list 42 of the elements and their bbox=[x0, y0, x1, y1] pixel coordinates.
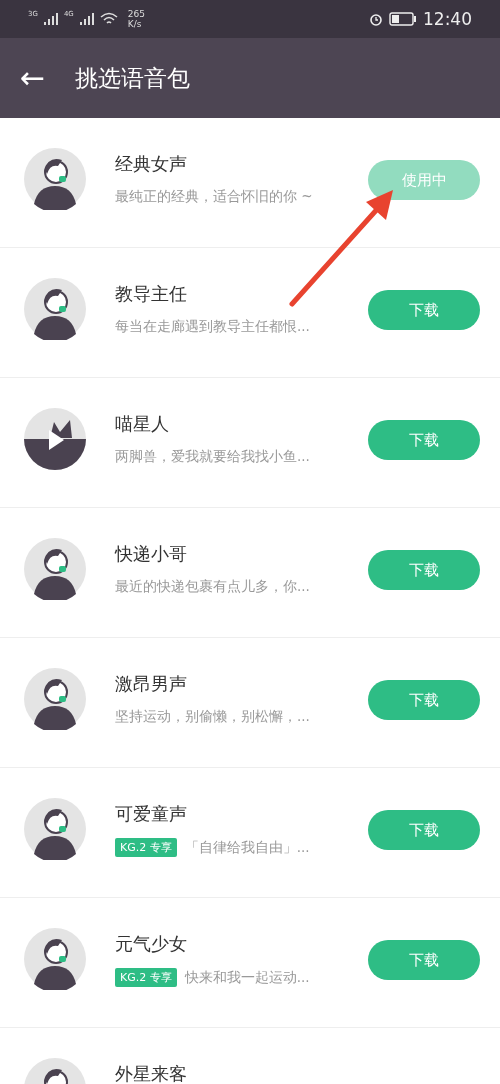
voice-pack-description: 每当在走廊遇到教导主任都恨... bbox=[115, 318, 310, 336]
tag-label: KG.2 专享 bbox=[115, 838, 177, 857]
alarm-icon bbox=[369, 12, 383, 26]
tag-label: KG.2 专享 bbox=[115, 968, 177, 987]
voice-pack-row[interactable]: 元气少女 KG.2 专享 快来和我一起运动... 下载 bbox=[0, 898, 500, 1028]
voice-pack-name: 教导主任 bbox=[115, 282, 188, 306]
signal-icon bbox=[79, 13, 94, 25]
voice-pack-description: 最纯正的经典，适合怀旧的你 ~ bbox=[115, 188, 313, 206]
voice-pack-description: 「自律给我自由」... bbox=[184, 838, 310, 857]
voice-pack-row[interactable]: 外星来客 bbox=[0, 1028, 500, 1084]
back-button[interactable]: ← bbox=[20, 63, 46, 93]
voice-pack-description: 两脚兽，爱我就要给我找小鱼... bbox=[115, 448, 310, 466]
avatar bbox=[24, 798, 86, 860]
avatar bbox=[24, 148, 86, 210]
battery-icon bbox=[389, 12, 417, 26]
voice-pack-name: 经典女声 bbox=[115, 152, 188, 176]
voice-pack-name: 元气少女 bbox=[115, 932, 188, 956]
voice-pack-description: 快来和我一起运动... bbox=[184, 968, 310, 987]
signal-icon bbox=[43, 13, 58, 25]
voice-pack-row[interactable]: 经典女声 最纯正的经典，适合怀旧的你 ~ 使用中 bbox=[0, 118, 500, 248]
cat-avatar bbox=[24, 408, 86, 470]
voice-pack-name: 激昂男声 bbox=[115, 672, 188, 696]
voice-pack-description: 最近的快递包裹有点儿多，你... bbox=[115, 578, 310, 596]
voice-pack-row[interactable]: 喵星人 两脚兽，爱我就要给我找小鱼... 下载 bbox=[0, 378, 500, 508]
voice-pack-row[interactable]: 激昂男声 坚持运动，别偷懒，别松懈，... 下载 bbox=[0, 638, 500, 768]
page-title: 挑选语音包 bbox=[75, 63, 191, 93]
avatar bbox=[24, 928, 86, 990]
voice-pack-row[interactable]: 快递小哥 最近的快递包裹有点儿多，你... 下载 bbox=[0, 508, 500, 638]
avatar bbox=[24, 538, 86, 600]
voice-pack-name: 快递小哥 bbox=[115, 542, 188, 566]
speed-unit: K/s bbox=[127, 19, 143, 29]
voice-pack-name: 喵星人 bbox=[115, 412, 170, 436]
voice-pack-description: 坚持运动，别偷懒，别松懈，... bbox=[115, 708, 310, 726]
avatar bbox=[24, 278, 86, 340]
speed-value: 265 bbox=[127, 9, 145, 19]
clock-time: 12:40 bbox=[423, 9, 472, 29]
avatar bbox=[24, 668, 86, 730]
wifi-icon bbox=[99, 12, 118, 26]
voice-pack-name: 外星来客 bbox=[115, 1062, 188, 1084]
voice-pack-name: 可爱童声 bbox=[115, 802, 188, 826]
voice-pack-row[interactable]: 可爱童声 KG.2 专享 「自律给我自由」... 下载 bbox=[0, 768, 500, 898]
voice-pack-row[interactable]: 教导主任 每当在走廊遇到教导主任都恨... 下载 bbox=[0, 248, 500, 378]
